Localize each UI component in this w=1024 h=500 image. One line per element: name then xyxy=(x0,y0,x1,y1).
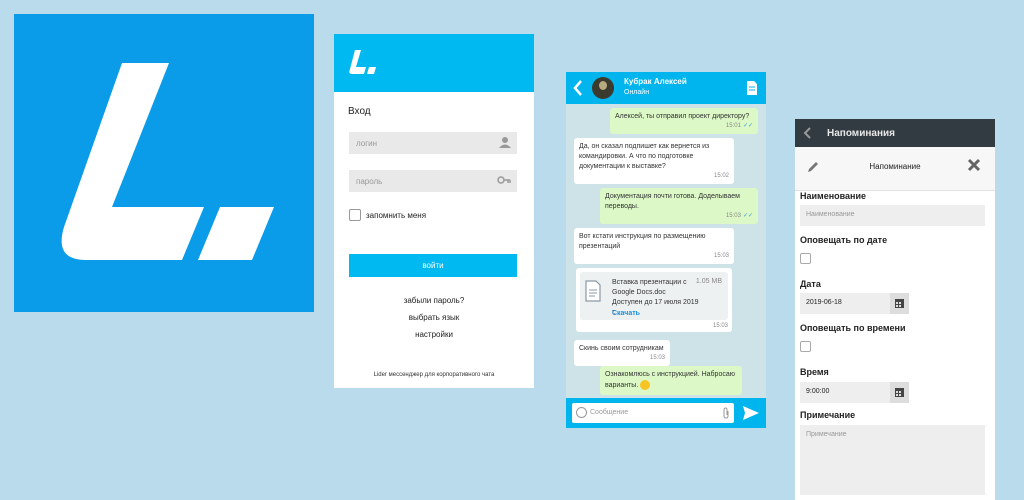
message-bubble: Да, он сказал подпишет как вернется из к… xyxy=(574,138,734,184)
composer-bar: Сообщение xyxy=(566,398,766,428)
date-label: Дата xyxy=(800,279,821,289)
double-check-icon: ✓✓ xyxy=(742,123,753,129)
message-bubble: Ознакомлюсь с инструкцией. Набросаю вари… xyxy=(600,366,742,395)
download-link[interactable]: Скачать xyxy=(612,310,640,317)
login-button[interactable]: войти xyxy=(349,254,517,277)
message-time: 15:03 xyxy=(649,355,665,361)
reminder-screen: Напоминания Напоминание Наименование Наи… xyxy=(795,119,995,500)
contact-name: Кубрак Алексей xyxy=(624,77,687,86)
time-label: Время xyxy=(800,367,829,377)
paperclip-icon[interactable] xyxy=(722,407,730,419)
notify-time-checkbox[interactable] xyxy=(800,341,811,352)
message-text: Вот кстати инструкция по размещению през… xyxy=(579,233,706,250)
contact-status: Онлайн xyxy=(624,89,650,96)
name-input[interactable]: Наименование xyxy=(800,205,985,226)
password-placeholder: пароль xyxy=(356,177,383,186)
notify-time-label: Оповещать по времени xyxy=(800,323,906,333)
chat-header: Кубрак Алексей Онлайн xyxy=(566,72,766,104)
modal-title: Напоминание xyxy=(869,162,921,171)
back-arrow-icon[interactable] xyxy=(572,79,584,97)
file-size: 1.05 MB xyxy=(695,278,722,285)
lider-logo-icon xyxy=(61,63,274,260)
avatar[interactable] xyxy=(592,77,614,99)
message-time: 15:03 xyxy=(725,213,741,219)
message-time: 15:03 xyxy=(712,323,728,329)
file-name-text: Вставка презентации с Google Docs.doc xyxy=(612,279,687,296)
message-time: 15:01 xyxy=(725,123,741,129)
message-time: 15:03 xyxy=(713,253,729,259)
note-textarea[interactable]: Примечание xyxy=(800,425,985,495)
note-label: Примечание xyxy=(800,410,856,420)
settings-link[interactable]: настройки xyxy=(334,330,534,339)
date-picker-button[interactable] xyxy=(890,293,909,314)
remember-me[interactable]: запомнить меня xyxy=(349,209,426,221)
document-icon[interactable] xyxy=(746,80,758,96)
user-icon xyxy=(499,137,511,148)
notify-date-label: Оповещать по дате xyxy=(800,235,888,245)
chat-screen: Кубрак Алексей Онлайн Алексей, ты отправ… xyxy=(566,72,766,428)
send-icon[interactable] xyxy=(742,405,760,421)
remember-checkbox[interactable] xyxy=(349,209,361,221)
message-text: Да, он сказал подпишет как вернется из к… xyxy=(579,143,710,170)
remember-label: запомнить меня xyxy=(366,210,427,220)
password-input[interactable]: пароль xyxy=(349,170,517,192)
file-attachment[interactable]: Вставка презентации с Google Docs.doc До… xyxy=(576,268,732,332)
footer-note: Lider мессенджер для корпоративного чата xyxy=(373,372,495,378)
message-bubble: Алексей, ты отправил проект директору? 1… xyxy=(610,108,758,134)
login-placeholder: логин xyxy=(356,139,378,148)
notify-date-checkbox[interactable] xyxy=(800,253,811,264)
time-input[interactable]: 9:00:00 xyxy=(800,382,890,403)
smile-emoji-icon xyxy=(640,380,651,390)
login-screen: Вход логин пароль запомнить меня войти з… xyxy=(334,34,534,388)
login-input[interactable]: логин xyxy=(349,132,517,154)
login-title: Вход xyxy=(348,106,371,117)
time-picker-button[interactable] xyxy=(890,382,909,403)
date-input[interactable]: 2019-06-18 xyxy=(800,293,890,314)
message-bubble: Скинь своим сотрудникам 15:03 xyxy=(574,340,670,366)
login-header xyxy=(334,34,534,92)
message-text: Алексей, ты отправил проект директору? xyxy=(615,113,750,120)
emoji-icon[interactable] xyxy=(576,407,587,418)
choose-language-link[interactable]: выбрать язык xyxy=(334,313,534,322)
screen-title: Напоминания xyxy=(827,128,895,139)
file-doc-icon xyxy=(585,280,601,302)
key-icon xyxy=(497,176,511,184)
calendar-icon xyxy=(895,388,904,397)
file-body: Вставка презентации с Google Docs.doc До… xyxy=(580,272,728,320)
modal-header: Напоминание xyxy=(795,147,995,191)
message-text: Ознакомлюсь с инструкцией. Набросаю вари… xyxy=(605,371,735,389)
forgot-password-link[interactable]: забыли пароль? xyxy=(334,296,534,305)
message-placeholder: Сообщение xyxy=(590,409,629,416)
message-input[interactable]: Сообщение xyxy=(572,403,734,423)
message-text: Скинь своим сотрудникам xyxy=(579,345,664,352)
close-icon[interactable] xyxy=(967,158,981,172)
name-label: Наименование xyxy=(800,191,867,201)
reminder-header: Напоминания xyxy=(795,119,995,147)
message-time: 15:02 xyxy=(713,173,729,179)
message-text: Документация почти готова. Доделываем пе… xyxy=(605,193,740,210)
back-arrow-icon[interactable] xyxy=(803,127,813,139)
message-bubble: Документация почти готова. Доделываем пе… xyxy=(600,188,758,224)
double-check-icon: ✓✓ xyxy=(742,213,753,219)
message-bubble: Вот кстати инструкция по размещению през… xyxy=(574,228,734,264)
lider-logo-icon xyxy=(349,50,376,74)
app-logo xyxy=(14,14,314,312)
calendar-icon xyxy=(895,299,904,308)
